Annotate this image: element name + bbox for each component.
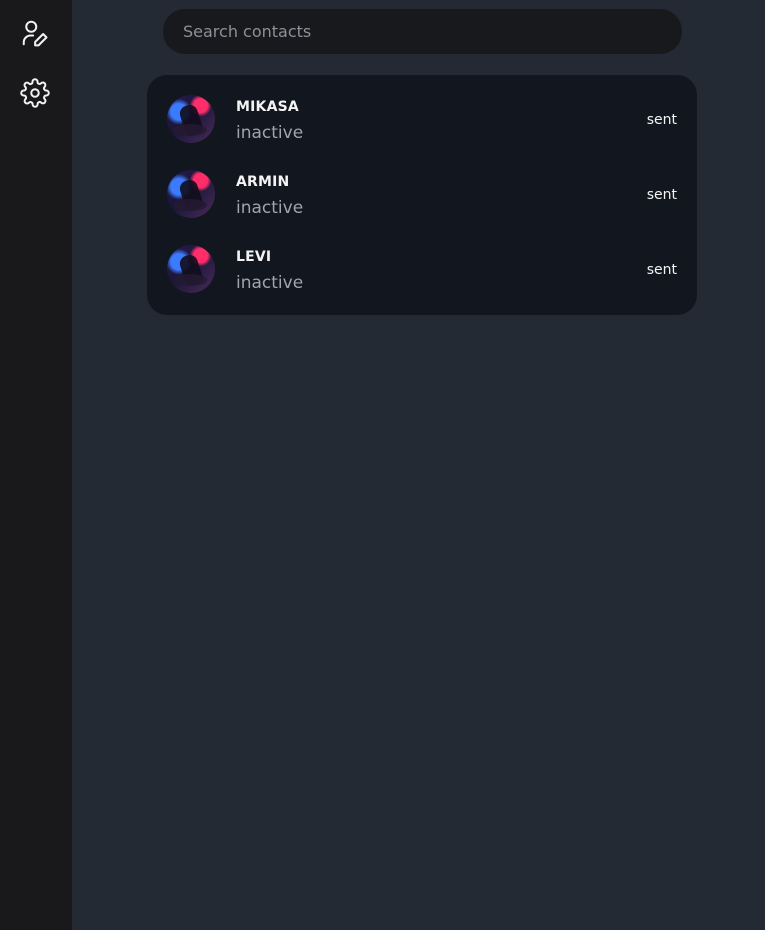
user-edit-icon xyxy=(22,20,48,47)
contact-status: inactive xyxy=(236,123,304,143)
sidebar xyxy=(0,0,72,930)
gear-icon xyxy=(20,78,50,108)
last-message: sent xyxy=(646,112,677,128)
app-window: MIKASA inactive sent ARMIN inactive sent… xyxy=(0,0,765,930)
contact-name: LEVI xyxy=(236,249,272,265)
contact-status: inactive xyxy=(236,198,304,218)
avatar xyxy=(167,95,215,143)
edit-profile-button[interactable] xyxy=(19,17,51,49)
main-panel: MIKASA inactive sent ARMIN inactive sent… xyxy=(72,0,765,930)
contact-status: inactive xyxy=(236,273,304,293)
avatar xyxy=(167,245,215,293)
search-bar xyxy=(163,9,682,54)
contact-item-armin[interactable]: ARMIN inactive sent xyxy=(147,150,697,225)
search-input[interactable] xyxy=(163,9,682,54)
contact-name: MIKASA xyxy=(236,99,299,115)
last-message: sent xyxy=(646,262,677,278)
contact-item-mikasa[interactable]: MIKASA inactive sent xyxy=(147,75,697,150)
contact-item-levi[interactable]: LEVI inactive sent xyxy=(147,225,697,300)
contact-name: ARMIN xyxy=(236,174,290,190)
avatar xyxy=(167,170,215,218)
last-message: sent xyxy=(646,187,677,203)
contact-list: MIKASA inactive sent ARMIN inactive sent… xyxy=(147,75,697,315)
settings-button[interactable] xyxy=(19,77,51,109)
